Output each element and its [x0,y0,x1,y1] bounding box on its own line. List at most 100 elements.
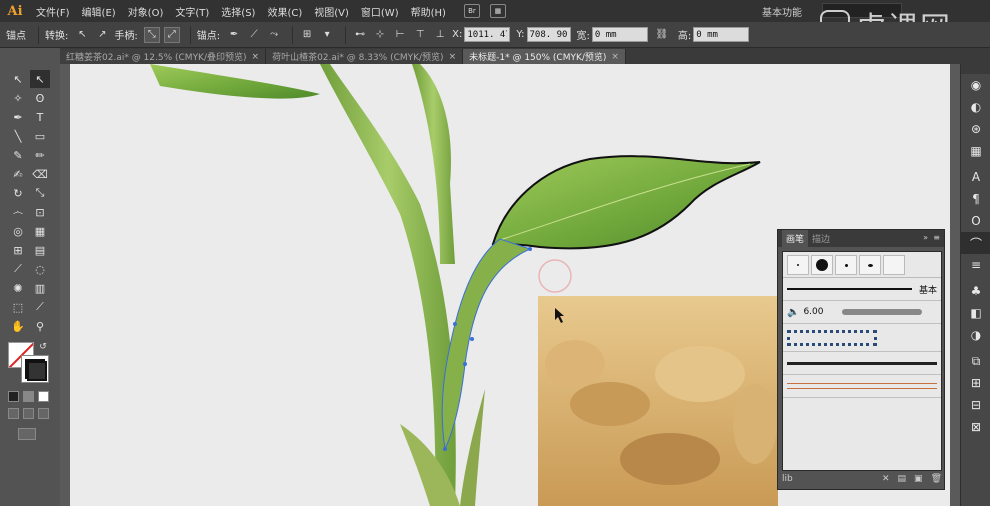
brush-swatch[interactable] [835,255,857,275]
blend-tool-icon[interactable]: ◌ [30,260,50,278]
menu-type[interactable]: 文字(T) [169,4,215,19]
eyedropper-tool-icon[interactable]: ⟋ [8,260,28,278]
character-icon[interactable]: A [961,166,990,188]
tab-stroke[interactable]: 描边 [808,232,834,245]
line-tool-icon[interactable]: ╲ [8,127,28,145]
eraser-tool-icon[interactable]: ⌫ [30,165,50,183]
y-field[interactable] [526,27,571,42]
screen-mode-icon[interactable] [18,428,36,440]
color-mode-icon[interactable] [8,391,19,402]
convert-corner-icon[interactable]: ↖ [74,27,90,43]
delete-brush-icon[interactable]: 🗑 [931,474,942,484]
align-icon[interactable]: ≡ [961,254,990,276]
tab-brushes[interactable]: 画笔 [782,230,809,247]
constrain-link-icon[interactable]: ⛓ [654,27,670,43]
hand-tool-icon[interactable]: ✋ [8,317,28,335]
brush-chalk[interactable]: 🔈 6.00 [783,301,941,324]
artboards-icon[interactable]: ⊞ [961,372,990,394]
symbol-sprayer-tool-icon[interactable]: ✺ [8,279,28,297]
brush-swatch[interactable] [811,255,833,275]
gradient-mode-icon[interactable] [23,391,34,402]
draw-behind-icon[interactable] [23,408,34,419]
mesh-tool-icon[interactable]: ⊞ [8,241,28,259]
convert-smooth-icon[interactable]: ↗ [94,27,110,43]
symbols-icon[interactable]: ▦ [961,140,990,162]
swap-colors-icon[interactable]: ↺ [36,341,50,353]
stroke-swatch[interactable] [22,356,48,382]
brush-list[interactable]: 基本 🔈 6.00 [782,251,942,471]
dock-grip[interactable] [961,64,990,74]
brush-art-charcoal[interactable] [783,352,941,375]
paintbrush-tool-icon[interactable]: ✎ [8,146,28,164]
menu-window[interactable]: 窗口(W) [355,4,405,19]
remove-stroke-icon[interactable]: ✕ [882,474,890,484]
tab-document-1[interactable]: 红糖姜茶02.ai* @ 12.5% (CMYK/叠印预览) × [60,49,267,64]
brush-art-ribbon[interactable] [783,375,941,398]
show-handles-icon[interactable]: ⤡ [143,26,160,43]
close-icon[interactable]: × [449,52,457,62]
arrange-documents-icon[interactable]: ▦ [489,4,506,18]
slice-tool-icon[interactable]: ⟋ [30,298,50,316]
graphic-styles-icon[interactable]: ♣ [961,280,990,302]
close-icon[interactable]: × [611,52,619,62]
warp-tool-icon[interactable]: ෴ [8,203,28,221]
navigator-icon[interactable]: ⊠ [961,416,990,438]
menu-view[interactable]: 视图(V) [308,4,355,19]
dropdown-icon[interactable]: ▾ [319,27,335,43]
free-transform-tool-icon[interactable]: ⊡ [30,203,50,221]
magic-wand-tool-icon[interactable]: ✧ [8,89,28,107]
none-mode-icon[interactable] [38,391,49,402]
shape-builder-tool-icon[interactable]: ◎ [8,222,28,240]
hide-handles-icon[interactable]: ⤢ [163,26,180,43]
tab-document-3[interactable]: 未标题-1* @ 150% (CMYK/预览) × [463,49,626,64]
gradient-tool-icon[interactable]: ▤ [30,241,50,259]
perspective-grid-tool-icon[interactable]: ▦ [30,222,50,240]
swatches-icon[interactable]: ⊛ [961,118,990,140]
zoom-tool-icon[interactable]: ⚲ [30,317,50,335]
collapse-icon[interactable]: » [923,233,928,242]
x-field[interactable] [464,27,511,42]
menu-help[interactable]: 帮助(H) [405,4,452,19]
align-center-icon[interactable]: ⊹ [372,27,388,43]
brush-swatch[interactable] [883,255,905,275]
rotate-tool-icon[interactable]: ↻ [8,184,28,202]
brush-swatch[interactable] [787,255,809,275]
color-icon[interactable]: ◉ [961,74,990,96]
pen-tool-icon[interactable]: ✒ [8,108,28,126]
isolate-icon[interactable]: ⊞ [299,27,315,43]
width-field[interactable] [591,27,648,42]
paragraph-icon[interactable]: ¶ [961,188,990,210]
workspace-switcher[interactable]: 基本功能 [762,4,802,19]
draw-inside-icon[interactable] [38,408,49,419]
column-graph-tool-icon[interactable]: ▥ [30,279,50,297]
brush-libraries-icon[interactable]: lib [782,474,793,484]
menu-file[interactable]: 文件(F) [30,4,76,19]
links-icon[interactable]: ⊟ [961,394,990,416]
scale-tool-icon[interactable]: ⤡ [30,184,50,202]
brush-swatch[interactable] [859,255,881,275]
lasso-tool-icon[interactable]: ʘ [30,89,50,107]
menu-object[interactable]: 对象(O) [122,4,170,19]
selection-tool-icon[interactable]: ↖ [8,70,28,88]
color-guide-icon[interactable]: ◐ [961,96,990,118]
brush-pattern[interactable] [783,324,941,352]
align-horizontal-icon[interactable]: ⊷ [352,27,368,43]
menu-select[interactable]: 选择(S) [215,4,261,19]
menu-edit[interactable]: 编辑(E) [76,4,122,19]
bridge-button[interactable]: Br [463,4,480,18]
type-tool-icon[interactable]: T [30,108,50,126]
align-left-icon[interactable]: ⊢ [392,27,408,43]
remove-anchor-icon[interactable]: ✒ [226,27,242,43]
direct-selection-tool-icon[interactable]: ↖ [30,70,50,88]
height-field[interactable] [693,27,750,42]
brush-options-icon[interactable]: ▤ [898,474,907,484]
panel-menu-icon[interactable]: ≡ [933,233,940,242]
brushes-icon[interactable]: ⌒ [961,232,990,254]
transparency-icon[interactable]: ◧ [961,302,990,324]
artboard-tool-icon[interactable]: ⬚ [8,298,28,316]
new-brush-icon[interactable]: ▣ [914,474,923,484]
blob-brush-tool-icon[interactable]: ✍ [8,165,28,183]
cut-path-icon[interactable]: ⤳ [266,27,282,43]
appearance-icon[interactable]: ◑ [961,324,990,346]
rectangle-tool-icon[interactable]: ▭ [30,127,50,145]
